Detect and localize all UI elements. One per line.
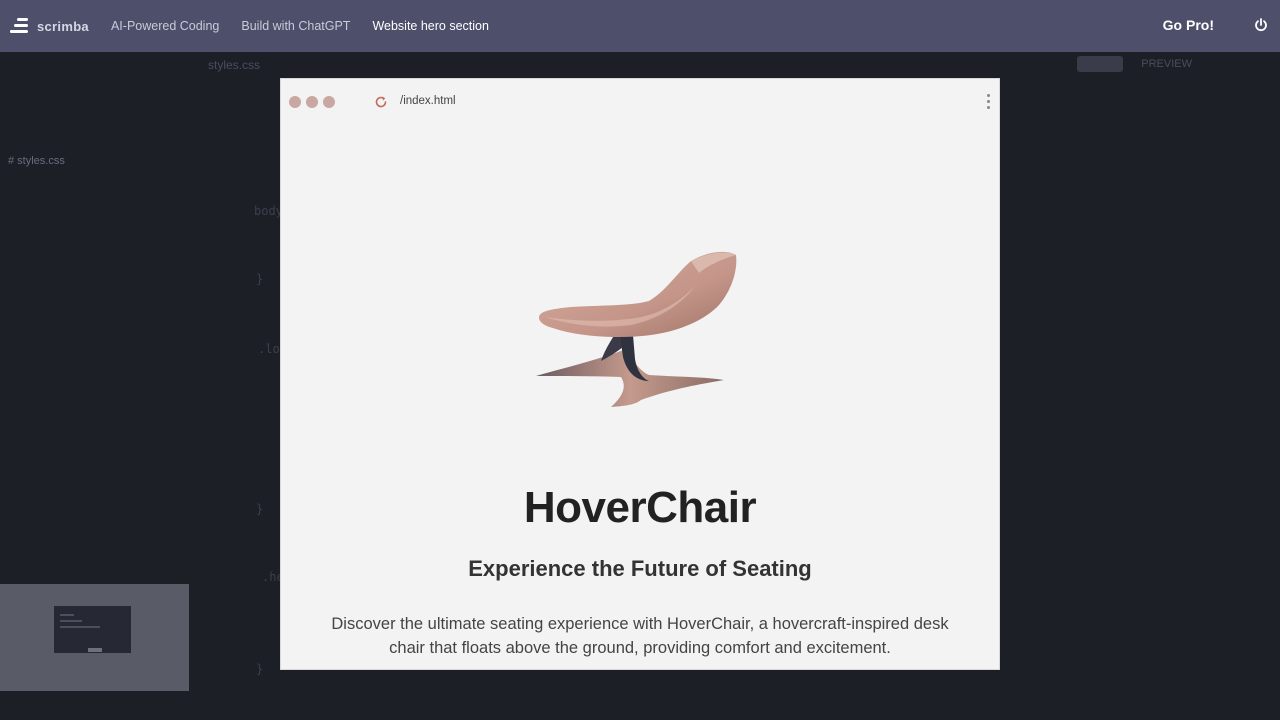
breadcrumb-module[interactable]: Build with ChatGPT [241, 19, 350, 33]
window-dot-close[interactable] [289, 96, 301, 108]
preview-tab[interactable]: PREVIEW [1135, 56, 1198, 72]
preview-address-bar: /index.html [281, 79, 999, 123]
panel-button[interactable] [1077, 56, 1124, 72]
code-line: } [256, 272, 264, 286]
go-pro-button[interactable]: Go Pro! [1163, 17, 1214, 33]
right-panel-tabs: PREVIEW [1077, 56, 1256, 72]
file-tree-item[interactable] [8, 104, 65, 127]
browser-preview: /index.html HoverChair Experience the Fu… [281, 79, 999, 669]
panel-tab[interactable] [1210, 56, 1256, 72]
code-line: body [254, 204, 283, 218]
logo-text: scrimba [37, 18, 89, 34]
window-dot-maximize[interactable] [323, 96, 335, 108]
webcam-thumbnail[interactable] [0, 584, 189, 691]
breadcrumb-course[interactable]: AI-Powered Coding [111, 19, 219, 33]
top-navigation-bar: scrimba AI-Powered Coding Build with Cha… [0, 0, 1280, 52]
file-tree-item[interactable] [8, 58, 65, 81]
reload-icon[interactable] [374, 95, 388, 109]
code-line: } [256, 502, 264, 516]
scrimba-logo[interactable]: scrimba [10, 18, 89, 34]
hero-title: HoverChair [523, 483, 757, 532]
code-line: .lo [258, 342, 280, 356]
window-dot-minimize[interactable] [306, 96, 318, 108]
power-icon[interactable] [1254, 18, 1268, 32]
file-tree-item[interactable] [8, 81, 65, 104]
file-tree: # styles.css [8, 58, 65, 196]
hero-description: Discover the ultimate seating experience… [331, 615, 949, 657]
breadcrumb-lesson[interactable]: Website hero section [372, 19, 489, 33]
editor-tab-styles[interactable]: styles.css [208, 58, 260, 72]
file-tree-item[interactable] [8, 127, 65, 150]
scrimba-logo-icon [10, 18, 28, 34]
file-tree-item-styles[interactable]: # styles.css [8, 150, 65, 173]
thumbnail-screen [54, 606, 131, 653]
file-tree-item[interactable] [8, 173, 65, 196]
hoverchair-image [536, 251, 737, 407]
url-input[interactable]: /index.html [400, 95, 456, 107]
code-line: } [256, 662, 264, 676]
hero-subtitle: Experience the Future of Seating [468, 556, 812, 581]
kebab-menu-icon[interactable] [987, 94, 991, 110]
